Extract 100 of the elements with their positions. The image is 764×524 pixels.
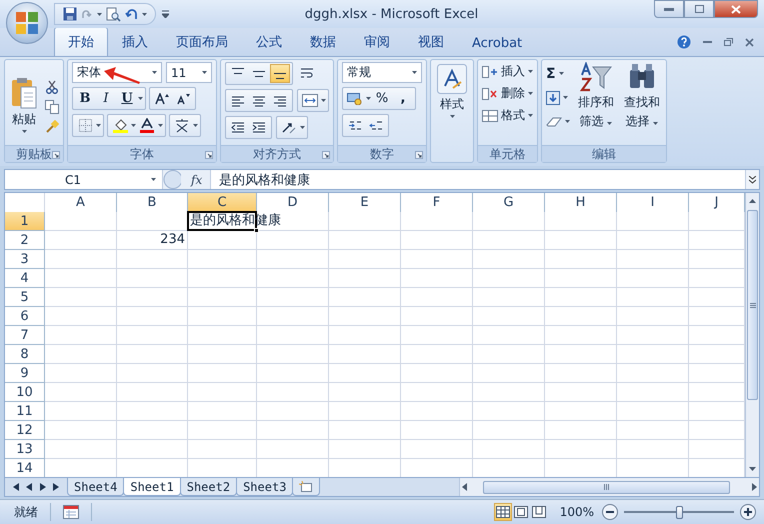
row-header[interactable]: 13: [5, 440, 45, 459]
grid-cell[interactable]: [188, 364, 257, 383]
grid-cell[interactable]: [329, 212, 401, 231]
row-header[interactable]: 7: [5, 326, 45, 345]
sheet-tab[interactable]: Sheet4: [67, 478, 124, 496]
grid-cell[interactable]: [188, 345, 257, 364]
grid-cell[interactable]: [473, 364, 545, 383]
grid-cell[interactable]: [689, 364, 745, 383]
row-header[interactable]: 10: [5, 383, 45, 402]
restore-icon[interactable]: [724, 38, 733, 46]
italic-button[interactable]: I: [96, 89, 116, 108]
grid-cell[interactable]: [617, 421, 689, 440]
grid-cell[interactable]: [689, 440, 745, 459]
grid-cell[interactable]: [117, 307, 188, 326]
grid-cell[interactable]: [401, 250, 473, 269]
grid-cell[interactable]: [689, 250, 745, 269]
grid-cell[interactable]: [45, 250, 117, 269]
font-size-dropdown[interactable]: 11: [166, 62, 212, 83]
font-name-dropdown[interactable]: 宋体: [72, 62, 162, 83]
grid-cell[interactable]: [45, 383, 117, 402]
grid-cell[interactable]: [473, 383, 545, 402]
scrollbar-thumb[interactable]: [483, 480, 730, 494]
undo-icon[interactable]: [125, 8, 138, 20]
vertical-align-button[interactable]: [270, 64, 290, 83]
grid-cell[interactable]: [401, 307, 473, 326]
grid-cell[interactable]: [257, 364, 329, 383]
grid-cell[interactable]: [473, 250, 545, 269]
ribbon-tab[interactable]: 插入: [108, 27, 162, 56]
grid-cell[interactable]: [188, 440, 257, 459]
grid-cell[interactable]: [473, 402, 545, 421]
grid-cell[interactable]: [401, 231, 473, 250]
row-header[interactable]: 9: [5, 364, 45, 383]
close-icon[interactable]: [745, 38, 754, 46]
font-color-button[interactable]: [137, 116, 157, 135]
grid-cell[interactable]: [329, 288, 401, 307]
grid-cell[interactable]: [545, 440, 617, 459]
scroll-left-icon[interactable]: [462, 483, 467, 491]
grid-cell[interactable]: [117, 421, 188, 440]
grid-cell[interactable]: [689, 288, 745, 307]
grid-cell[interactable]: [617, 288, 689, 307]
grid-cell[interactable]: [545, 326, 617, 345]
grid-cell[interactable]: [473, 231, 545, 250]
grid-cell[interactable]: [329, 250, 401, 269]
ribbon-tab[interactable]: Acrobat: [458, 30, 536, 56]
grid-cell[interactable]: [473, 421, 545, 440]
grid-cell[interactable]: [45, 440, 117, 459]
ribbon-tab[interactable]: 页面布局: [162, 27, 242, 56]
grid-cell[interactable]: [188, 269, 257, 288]
grid-cell[interactable]: [617, 231, 689, 250]
grid-cell[interactable]: [117, 269, 188, 288]
grid-cell[interactable]: [401, 364, 473, 383]
grid-cell[interactable]: [401, 440, 473, 459]
dialog-launcher-icon[interactable]: [415, 150, 423, 158]
grid-cell[interactable]: [117, 326, 188, 345]
grid-cell[interactable]: [45, 269, 117, 288]
cells-menu-button[interactable]: 插入: [482, 62, 533, 81]
grid-cell[interactable]: [117, 383, 188, 402]
grid-cell[interactable]: [545, 231, 617, 250]
grid-cell[interactable]: 234: [117, 231, 188, 250]
merge-cells-button[interactable]: [300, 91, 320, 110]
grid-cell[interactable]: [545, 288, 617, 307]
grid-cell[interactable]: [188, 421, 257, 440]
row-header[interactable]: 2: [5, 231, 45, 250]
grid-cell[interactable]: [188, 288, 257, 307]
first-sheet-icon[interactable]: [11, 483, 19, 491]
row-header[interactable]: 1: [5, 212, 45, 231]
view-button[interactable]: [530, 503, 548, 521]
ribbon-tab[interactable]: 视图: [404, 27, 458, 56]
grid-cell[interactable]: [117, 288, 188, 307]
grid-cell[interactable]: [188, 326, 257, 345]
grid-cell[interactable]: [45, 231, 117, 250]
grid-cell[interactable]: [473, 269, 545, 288]
grid-cell[interactable]: [329, 402, 401, 421]
grid-cell[interactable]: [401, 383, 473, 402]
grid-cell[interactable]: [45, 212, 117, 231]
format-painter-icon[interactable]: [45, 120, 59, 134]
grid-cell[interactable]: [45, 345, 117, 364]
ribbon-tab[interactable]: 公式: [242, 27, 296, 56]
find-select-button[interactable]: 查找和 选择: [622, 62, 662, 130]
grid-cell[interactable]: [689, 212, 745, 231]
underline-button[interactable]: U: [117, 89, 137, 108]
grid-cell[interactable]: [689, 307, 745, 326]
grid-cell[interactable]: [473, 345, 545, 364]
scrollbar-thumb[interactable]: [747, 210, 758, 400]
grid-cell[interactable]: [545, 364, 617, 383]
grid-cell[interactable]: [401, 421, 473, 440]
grid-cell[interactable]: [329, 269, 401, 288]
grid-cell[interactable]: [617, 250, 689, 269]
paste-button[interactable]: 粘贴: [9, 76, 39, 132]
grid-cell[interactable]: [257, 250, 329, 269]
grid-cell[interactable]: [45, 402, 117, 421]
grid-cell[interactable]: [473, 326, 545, 345]
grid-cell[interactable]: [117, 345, 188, 364]
scroll-right-icon[interactable]: [752, 483, 757, 491]
dialog-launcher-icon[interactable]: [322, 150, 330, 158]
grid-cell[interactable]: [117, 250, 188, 269]
number-format-dropdown[interactable]: 常规: [342, 62, 422, 83]
grid-cell[interactable]: [45, 326, 117, 345]
grid-cell[interactable]: [617, 326, 689, 345]
column-header[interactable]: C: [188, 193, 257, 213]
